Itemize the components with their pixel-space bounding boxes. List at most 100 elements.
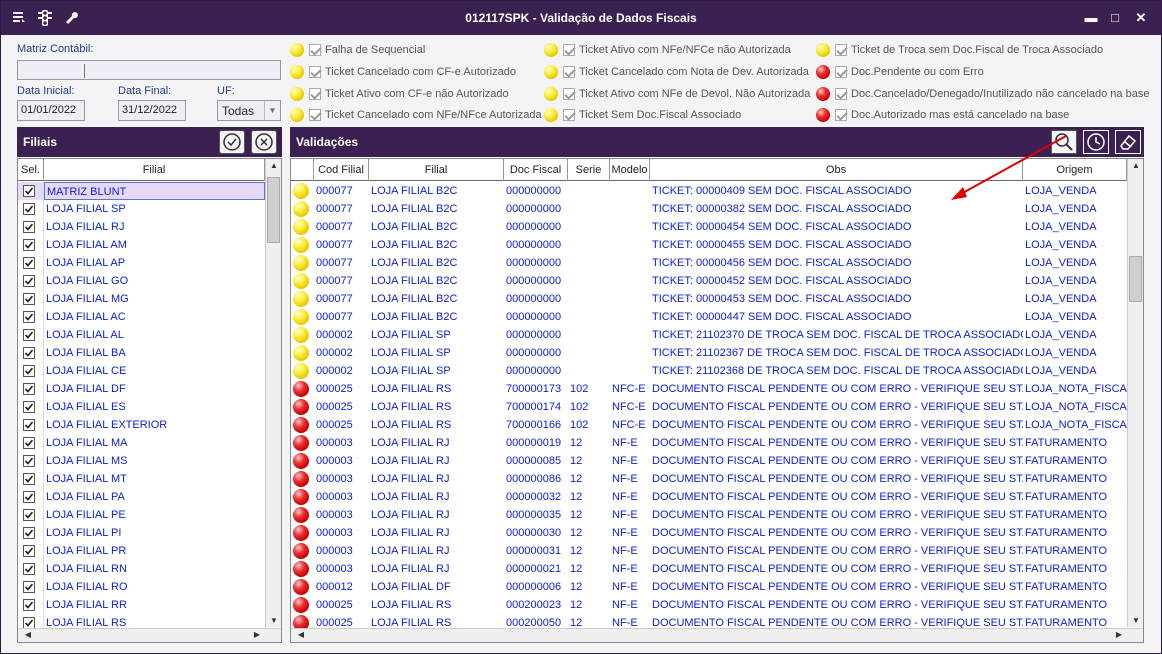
filial-row[interactable]: LOJA FILIAL SP	[18, 200, 265, 218]
legend-item[interactable]: Ticket Sem Doc.Fiscal Associado	[544, 107, 741, 123]
validacao-row[interactable]: 000025 LOJA FILIAL RS 700000173 102 NFC-E DOC…	[291, 380, 1127, 398]
filial-checkbox[interactable]	[23, 599, 35, 612]
filial-row[interactable]: LOJA FILIAL PI	[18, 524, 265, 542]
matriz-field[interactable]	[17, 60, 281, 80]
filial-row[interactable]: LOJA FILIAL PA	[18, 488, 265, 506]
col-filial[interactable]: Filial	[369, 159, 504, 181]
legend-checkbox[interactable]	[309, 109, 321, 121]
legend-item[interactable]: Ticket Cancelado com Nota de Dev. Autori…	[544, 64, 809, 80]
data-final-field[interactable]: 31/12/2022	[118, 100, 186, 121]
filial-checkbox[interactable]	[23, 275, 35, 288]
validacao-row[interactable]: 000077 LOJA FILIAL B2C 000000000 TICKET: 00…	[291, 254, 1127, 272]
filial-row[interactable]: LOJA FILIAL RR	[18, 596, 265, 614]
filial-checkbox[interactable]	[23, 239, 35, 252]
filial-row[interactable]: LOJA FILIAL MS	[18, 452, 265, 470]
validacao-row[interactable]: 000012 LOJA FILIAL DF 000000006 12 NF-E DOCUM…	[291, 578, 1127, 596]
col-obs[interactable]: Obs	[650, 159, 1023, 181]
validacao-row[interactable]: 000077 LOJA FILIAL B2C 000000000 TICKET: 00…	[291, 308, 1127, 326]
filial-checkbox[interactable]	[23, 437, 35, 450]
filial-checkbox[interactable]	[23, 509, 35, 522]
filial-checkbox[interactable]	[23, 293, 35, 306]
legend-item[interactable]: Ticket Ativo com NFe/NFCe não Autorizada	[544, 42, 791, 58]
validacao-row[interactable]: 000003 LOJA FILIAL RJ 000000021 12 NF-E DOCUM…	[291, 560, 1127, 578]
legend-checkbox[interactable]	[563, 88, 575, 100]
legend-checkbox[interactable]	[563, 44, 575, 56]
validacao-row[interactable]: 000003 LOJA FILIAL RJ 000000085 12 NF-E DOCUM…	[291, 452, 1127, 470]
validacao-row[interactable]: 000077 LOJA FILIAL B2C 000000000 TICKET: 00…	[291, 182, 1127, 200]
scroll-thumb[interactable]	[267, 177, 280, 243]
validacao-row[interactable]: 000077 LOJA FILIAL B2C 000000000 TICKET: 00…	[291, 236, 1127, 254]
filial-checkbox[interactable]	[23, 545, 35, 558]
filial-row[interactable]: LOJA FILIAL MG	[18, 290, 265, 308]
filial-checkbox[interactable]	[23, 419, 35, 432]
legend-checkbox[interactable]	[563, 109, 575, 121]
filial-checkbox[interactable]	[23, 563, 35, 576]
validacao-row[interactable]: 000003 LOJA FILIAL RJ 000000032 12 NF-E DOCUM…	[291, 488, 1127, 506]
filial-checkbox[interactable]	[23, 203, 35, 216]
legend-item[interactable]: Ticket Ativo com CF-e não Autorizado	[290, 86, 509, 102]
filial-row[interactable]: LOJA FILIAL AC	[18, 308, 265, 326]
filial-checkbox[interactable]	[23, 257, 35, 270]
filial-checkbox[interactable]	[23, 365, 35, 378]
legend-checkbox[interactable]	[309, 66, 321, 78]
filial-row[interactable]: LOJA FILIAL RO	[18, 578, 265, 596]
legend-item[interactable]: Ticket Cancelado com CF-e Autorizado	[290, 64, 516, 80]
validacao-row[interactable]: 000003 LOJA FILIAL RJ 000000019 12 NF-E DOCUM…	[291, 434, 1127, 452]
filial-checkbox[interactable]	[23, 329, 35, 342]
legend-item[interactable]: Ticket Ativo com NFe de Devol. Não Autor…	[544, 86, 810, 102]
validacao-row[interactable]: 000003 LOJA FILIAL RJ 000000035 12 NF-E DOCUM…	[291, 506, 1127, 524]
filial-checkbox[interactable]	[23, 581, 35, 594]
filial-checkbox[interactable]	[23, 473, 35, 486]
legend-checkbox[interactable]	[835, 66, 847, 78]
filial-checkbox[interactable]	[23, 455, 35, 468]
col-doc-fiscal[interactable]: Doc Fiscal	[504, 159, 568, 181]
legend-checkbox[interactable]	[309, 88, 321, 100]
validacao-row[interactable]: 000077 LOJA FILIAL B2C 000000000 TICKET: 00…	[291, 290, 1127, 308]
filial-row[interactable]: LOJA FILIAL PE	[18, 506, 265, 524]
validacao-row[interactable]: 000002 LOJA FILIAL SP 000000000 TICKET: 211…	[291, 362, 1127, 380]
select-all-button[interactable]	[219, 130, 245, 154]
filial-row[interactable]: LOJA FILIAL ES	[18, 398, 265, 416]
filial-row[interactable]: LOJA FILIAL MA	[18, 434, 265, 452]
validacao-row[interactable]: 000025 LOJA FILIAL RS 700000166 102 NFC-E DOC…	[291, 416, 1127, 434]
col-modelo[interactable]: Modelo	[610, 159, 650, 181]
history-button[interactable]	[1083, 130, 1109, 154]
legend-item[interactable]: Doc.Cancelado/Denegado/Inutilizado não c…	[816, 86, 1149, 102]
validacao-row[interactable]: 000077 LOJA FILIAL B2C 000000000 TICKET: 00…	[291, 218, 1127, 236]
filial-row[interactable]: LOJA FILIAL AP	[18, 254, 265, 272]
filial-row[interactable]: LOJA FILIAL RJ	[18, 218, 265, 236]
col-serie[interactable]: Serie	[568, 159, 610, 181]
col-sel[interactable]: Sel.	[18, 159, 44, 181]
validacao-row[interactable]: 000002 LOJA FILIAL SP 000000000 TICKET: 211…	[291, 326, 1127, 344]
data-inicial-field[interactable]: 01/01/2022	[17, 100, 85, 121]
clear-button[interactable]	[1115, 130, 1141, 154]
col-filial[interactable]: Filial	[44, 159, 265, 181]
legend-item[interactable]: Ticket Cancelado com NFe/NFce Autorizada	[290, 107, 542, 123]
legend-item[interactable]: Doc.Pendente ou com Erro	[816, 64, 984, 80]
legend-checkbox[interactable]	[835, 44, 847, 56]
col-cod-filial[interactable]: Cod Filial	[314, 159, 369, 181]
uf-select[interactable]: Todas ▼	[217, 100, 281, 121]
validacao-row[interactable]: 000003 LOJA FILIAL RJ 000000031 12 NF-E DOCUM…	[291, 542, 1127, 560]
validacoes-hscroll[interactable]: ◀ ▶	[291, 628, 1143, 642]
scroll-down-icon[interactable]: ▼	[266, 616, 281, 625]
filial-checkbox[interactable]	[23, 491, 35, 504]
legend-item[interactable]: Ticket de Troca sem Doc.Fiscal de Troca …	[816, 42, 1103, 58]
filial-row[interactable]: LOJA FILIAL PR	[18, 542, 265, 560]
minimize-button[interactable]: ▬	[1083, 10, 1099, 26]
filiais-hscroll[interactable]: ◀ ▶	[18, 628, 281, 642]
maximize-button[interactable]: □	[1107, 10, 1123, 26]
scroll-left-icon[interactable]: ◀	[293, 630, 309, 639]
filiais-vscroll[interactable]: ▲ ▼	[265, 159, 281, 627]
filial-checkbox[interactable]	[23, 347, 35, 360]
search-button[interactable]	[1051, 130, 1077, 154]
filial-checkbox[interactable]	[23, 527, 35, 540]
scroll-up-icon[interactable]: ▲	[1128, 161, 1143, 170]
validacoes-vscroll[interactable]: ▲ ▼	[1127, 159, 1143, 627]
validacao-row[interactable]: 000077 LOJA FILIAL B2C 000000000 TICKET: 00…	[291, 272, 1127, 290]
filial-row[interactable]: MATRIZ BLUNT	[18, 182, 265, 200]
close-button[interactable]: ✕	[1133, 10, 1149, 26]
legend-checkbox[interactable]	[835, 109, 847, 121]
filial-row[interactable]: LOJA FILIAL GO	[18, 272, 265, 290]
filial-row[interactable]: LOJA FILIAL DF	[18, 380, 265, 398]
